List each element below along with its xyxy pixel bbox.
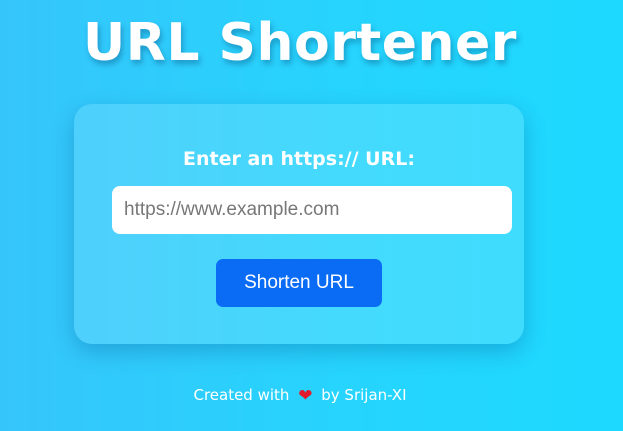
url-input[interactable] [112, 186, 512, 234]
page-title: URL Shortener [83, 13, 517, 73]
shorten-url-button[interactable]: Shorten URL [216, 259, 382, 307]
url-input-label: Enter an https:// URL: [183, 148, 415, 170]
url-form-card: Enter an https:// URL: Shorten URL [74, 104, 524, 344]
footer-author: by Srijan-XI [321, 386, 407, 404]
heart-icon: ❤ [298, 386, 313, 406]
footer-prefix: Created with [193, 386, 290, 404]
footer-credit: Created with ❤ by Srijan-XI [0, 384, 600, 407]
